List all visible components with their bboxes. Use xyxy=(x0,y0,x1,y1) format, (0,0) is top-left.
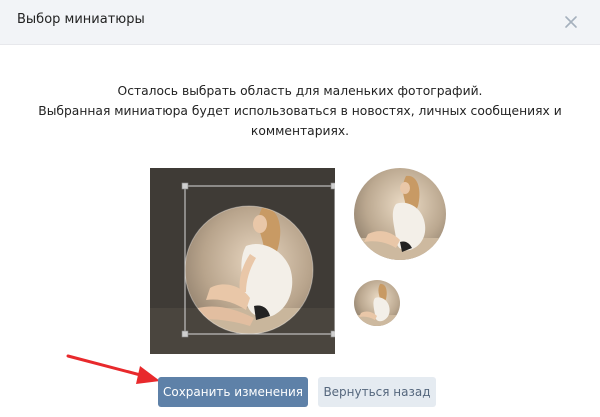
photo-thumbnail-small xyxy=(354,280,400,326)
dialog-header: Выбор миниатюры xyxy=(0,0,600,45)
thumbnail-dialog: Выбор миниатюры Осталось выбрать область… xyxy=(0,0,600,417)
save-changes-button[interactable]: Сохранить изменения xyxy=(158,377,308,407)
thumbnail-editor[interactable] xyxy=(150,168,335,354)
instructions-line-1: Осталось выбрать область для маленьких ф… xyxy=(117,84,483,98)
go-back-button[interactable]: Вернуться назад xyxy=(318,377,436,407)
photo-thumbnail-large xyxy=(354,168,446,260)
instructions-text: Осталось выбрать область для маленьких ф… xyxy=(0,81,600,141)
thumbnail-preview-large xyxy=(354,168,446,260)
close-icon[interactable] xyxy=(562,13,580,31)
instructions-line-2: Выбранная миниатюра будет использоваться… xyxy=(38,104,562,118)
instructions-line-3: комментариях. xyxy=(250,124,350,138)
dialog-title: Выбор миниатюры xyxy=(17,12,145,27)
annotation-arrow-icon xyxy=(66,354,160,384)
thumbnail-preview-small xyxy=(354,280,400,326)
